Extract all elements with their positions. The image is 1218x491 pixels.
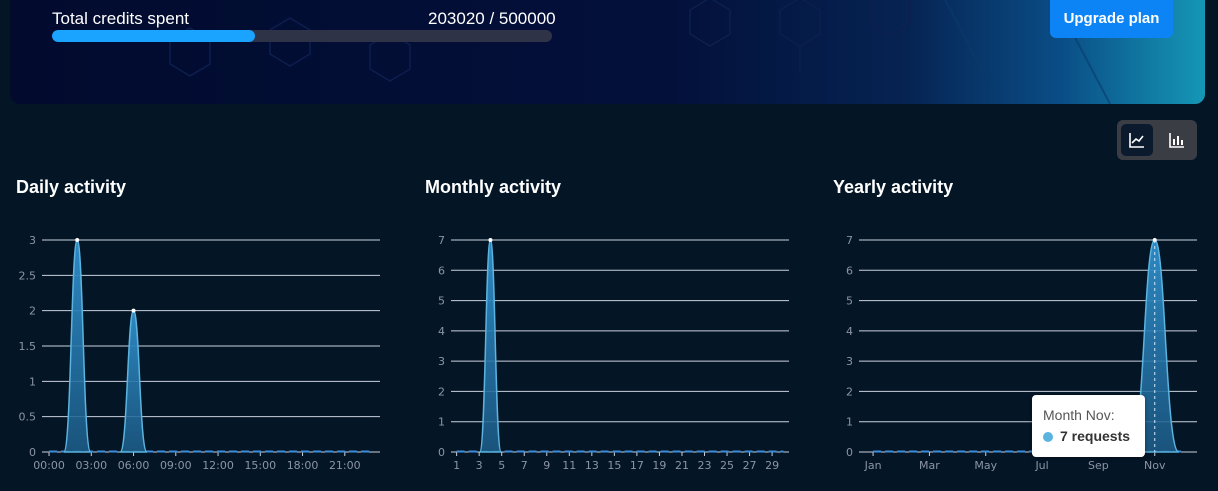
x-tick-label: 09:00: [160, 459, 192, 472]
series-peak-area[interactable]: [478, 239, 502, 453]
x-tick-label: 7: [521, 459, 528, 472]
bar-chart-icon: [1169, 133, 1184, 148]
tooltip-title: Month Nov:: [1043, 407, 1115, 423]
y-tick-label: 3: [846, 355, 853, 368]
data-point[interactable]: [75, 238, 80, 242]
x-tick-label: 06:00: [118, 459, 150, 472]
x-tick-label: Sep: [1088, 459, 1109, 472]
upgrade-plan-button[interactable]: Upgrade plan: [1050, 0, 1173, 38]
x-tick-label: 17: [630, 459, 644, 472]
x-tick-label: Nov: [1144, 459, 1166, 472]
credits-banner: Total credits spent 203020 / 500000: [10, 0, 1205, 104]
credits-value: 203020 / 500000: [428, 9, 556, 28]
x-tick-label: 03:00: [75, 459, 107, 472]
credits-label: Total credits spent: [52, 9, 190, 28]
series-dot-icon: [1043, 432, 1053, 442]
x-tick-label: 29: [765, 459, 779, 472]
credits-progress-bar: [52, 30, 552, 42]
x-tick-label: 21: [675, 459, 689, 472]
line-chart-icon: [1129, 133, 1144, 148]
x-tick-label: 00:00: [33, 459, 65, 472]
x-tick-label: 15:00: [244, 459, 276, 472]
y-tick-label: 1: [846, 416, 853, 429]
x-tick-label: May: [974, 459, 997, 472]
y-tick-label: 6: [846, 264, 853, 277]
x-tick-label: 19: [652, 459, 666, 472]
line-chart-view-button[interactable]: [1121, 124, 1153, 156]
x-tick-label: 11: [562, 459, 576, 472]
y-tick-label: 3: [438, 355, 445, 368]
tooltip-value: 7 requests: [1060, 428, 1131, 444]
x-tick-label: 23: [698, 459, 712, 472]
y-tick-label: 2: [846, 385, 853, 398]
y-tick-label: 2: [438, 385, 445, 398]
bar-chart-view-button[interactable]: [1161, 124, 1193, 156]
y-tick-label: 0: [846, 446, 853, 459]
x-tick-label: Jan: [864, 459, 882, 472]
x-tick-label: Jul: [1034, 459, 1048, 472]
y-tick-label: 1: [29, 375, 36, 388]
credits-progress-fill: [52, 30, 256, 42]
monthly-activity-title: Monthly activity: [425, 177, 562, 197]
y-tick-label: 4: [438, 325, 445, 338]
x-tick-label: 9: [543, 459, 550, 472]
y-tick-label: 5: [438, 295, 445, 308]
y-tick-label: 5: [846, 295, 853, 308]
data-point[interactable]: [131, 308, 136, 313]
yearly-activity-chart[interactable]: 0 1 2 3 4 5 6 7 Jan Mar May Jul Sep Nov: [827, 222, 1207, 482]
chart-view-toggle: [1117, 120, 1197, 160]
daily-activity-title: Daily activity: [16, 177, 127, 197]
x-tick-label: 13: [585, 459, 599, 472]
hexagon-pattern: [169, 0, 1111, 104]
chart-tooltip: Month Nov: 7 requests: [1032, 395, 1145, 457]
y-tick-label: 4: [846, 325, 853, 338]
x-tick-label: 25: [720, 459, 734, 472]
y-tick-label: 0: [29, 446, 36, 459]
y-tick-label: 7: [438, 234, 445, 247]
data-point[interactable]: [488, 238, 493, 242]
x-tick-label: 1: [453, 459, 460, 472]
monthly-activity-chart[interactable]: 012345671 3 5 7 9 11 13 15 17 19 21 23 25 27 29: [419, 222, 799, 482]
x-tick-label: 18:00: [287, 459, 319, 472]
daily-activity-chart[interactable]: 0 0.5 1 1.5 2 2.5 3 00:00 03:00 06:00 09:00 12:00 15…: [10, 222, 390, 482]
x-tick-label: 12:00: [202, 459, 234, 472]
x-tick-label: 21:00: [329, 459, 361, 472]
x-tick-label: 3: [476, 459, 483, 472]
x-tick-label: 15: [607, 459, 621, 472]
y-tick-label: 7: [846, 234, 853, 247]
y-tick-label: 2.5: [19, 269, 37, 282]
y-tick-label: 3: [29, 234, 36, 247]
y-tick-label: 2: [29, 305, 36, 318]
x-tick-label: 27: [743, 459, 757, 472]
y-tick-label: 0.5: [19, 411, 37, 424]
y-tick-label: 6: [438, 264, 445, 277]
y-tick-label: 1: [438, 416, 445, 429]
y-tick-label: 1.5: [19, 340, 37, 353]
y-tick-label: 0: [438, 446, 445, 459]
yearly-activity-title: Yearly activity: [833, 177, 954, 197]
x-tick-label: Mar: [919, 459, 940, 472]
x-tick-label: 5: [498, 459, 505, 472]
